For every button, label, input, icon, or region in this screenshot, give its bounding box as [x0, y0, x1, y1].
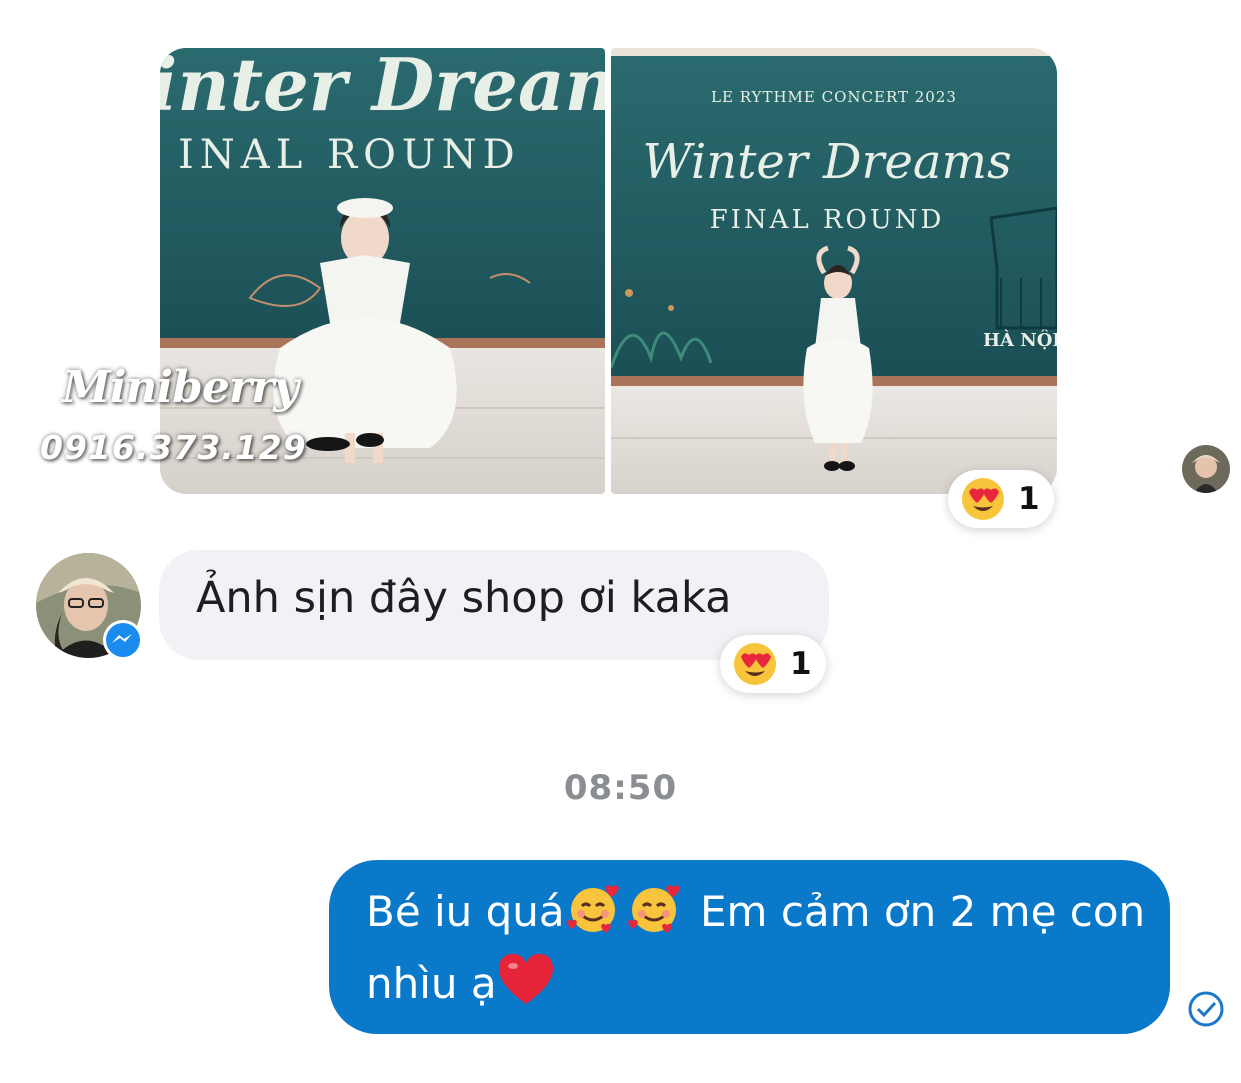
backdrop-location-right: HÀ NỘI, [983, 327, 1057, 351]
messenger-icon [103, 620, 143, 660]
backdrop-header-right: LE RYTHME CONCERT 2023 [711, 88, 957, 106]
backdrop-subtitle-left: INAL ROUND [178, 132, 521, 178]
shared-photo-right[interactable]: LE RYTHME CONCERT 2023 Winter Dreams FIN… [611, 48, 1057, 494]
backdrop-title-left: inter Dream [160, 48, 605, 127]
messenger-badge [101, 618, 145, 666]
red-heart-emoji-icon [497, 952, 555, 1024]
smiling-hearts-emoji-icon [621, 882, 687, 952]
outgoing-text-part1: Bé iu quá [366, 887, 565, 936]
photo-reaction[interactable]: 1 [948, 470, 1054, 528]
smiling-hearts-emoji-icon [565, 882, 621, 952]
watermark-phone: 0916.373.129 [40, 428, 307, 467]
outgoing-message-text: Bé iu quá Em cảm ơn 2 mẹ con nhìu ạ [366, 880, 1156, 1024]
photo-reaction-count: 1 [1018, 481, 1040, 517]
heart-eyes-emoji-icon [962, 478, 1004, 520]
heart-eyes-emoji-icon [734, 643, 776, 685]
message-timestamp: 08:50 [563, 768, 678, 808]
watermark-brand: Miniberry [62, 362, 299, 413]
incoming-reaction-count: 1 [790, 646, 812, 682]
seen-avatar [1182, 445, 1230, 493]
photo-right-image: LE RYTHME CONCERT 2023 Winter Dreams FIN… [611, 48, 1057, 494]
backdrop-title-right: Winter Dreams [642, 134, 1011, 190]
sent-check-icon [1187, 990, 1225, 1032]
incoming-message-text: Ảnh sịn đây shop ơi kaka [196, 573, 732, 623]
incoming-message-reaction[interactable]: 1 [720, 635, 826, 693]
backdrop-subtitle-right: FINAL ROUND [710, 205, 945, 235]
